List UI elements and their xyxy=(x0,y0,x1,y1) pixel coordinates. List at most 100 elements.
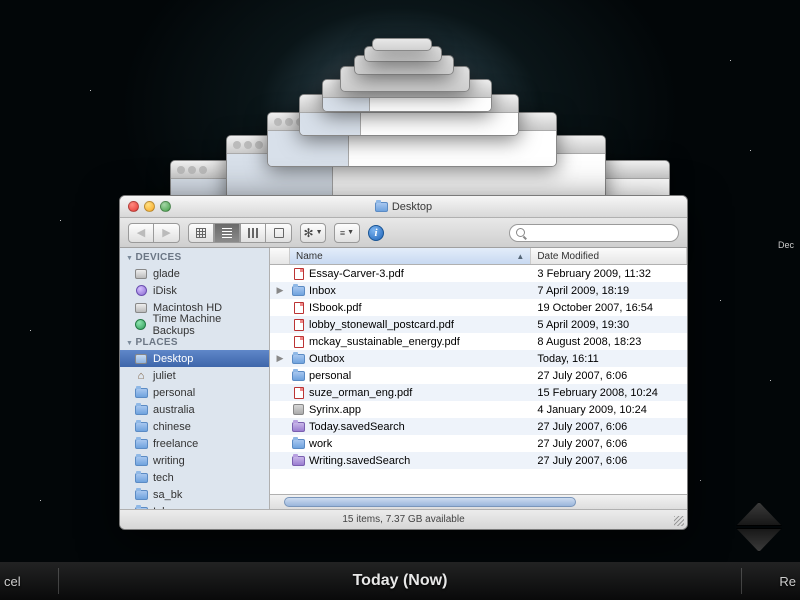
folder-icon xyxy=(292,437,305,450)
imac-icon xyxy=(134,268,148,280)
file-row[interactable]: lobby_stonewall_postcard.pdf5 April 2009… xyxy=(270,316,687,333)
file-date: 3 February 2009, 11:32 xyxy=(531,268,687,280)
folder-icon xyxy=(134,438,148,450)
disclosure-triangle[interactable]: ▶ xyxy=(270,285,290,296)
view-coverflow-button[interactable] xyxy=(266,223,292,243)
file-name: Essay-Carver-3.pdf xyxy=(309,268,404,280)
back-button[interactable]: ◀ xyxy=(128,223,154,243)
folder-icon xyxy=(134,387,148,399)
tm-icon xyxy=(134,319,148,331)
file-row[interactable]: ISbook.pdf 19 October 2007, 16:54 xyxy=(270,299,687,316)
app-icon xyxy=(292,403,305,416)
titlebar[interactable]: Desktop xyxy=(120,196,687,218)
file-row[interactable]: suze_orman_eng.pdf15 February 2008, 10:2… xyxy=(270,384,687,401)
file-date: 19 October 2007, 16:54 xyxy=(531,302,687,314)
file-list-pane: Name ▲ Date Modified Essay-Carver-3.pdf 3… xyxy=(270,248,687,509)
close-button[interactable] xyxy=(128,201,139,212)
hd-icon xyxy=(134,302,148,314)
snapshot-window[interactable] xyxy=(372,38,432,51)
file-row[interactable]: Essay-Carver-3.pdf 3 February 2009, 11:32 xyxy=(270,265,687,282)
column-headers: Name ▲ Date Modified xyxy=(270,248,687,265)
chevron-down-icon: ▼ xyxy=(316,229,323,236)
sidebar-item[interactable]: sa_bk xyxy=(120,486,269,503)
sidebar-item[interactable]: writing xyxy=(120,452,269,469)
sidebar-item-label: glade xyxy=(153,268,180,280)
file-name: ISbook.pdf xyxy=(309,302,362,314)
folder-icon xyxy=(134,404,148,416)
file-row[interactable]: ▶OutboxToday, 16:11 xyxy=(270,350,687,367)
resize-handle[interactable] xyxy=(674,516,684,526)
idisk-icon xyxy=(134,285,148,297)
chevron-right-icon: ▶ xyxy=(162,226,170,239)
sidebar-item[interactable]: chinese xyxy=(120,418,269,435)
minimize-button[interactable] xyxy=(144,201,155,212)
file-row[interactable]: mckay_sustainable_energy.pdf8 August 200… xyxy=(270,333,687,350)
sidebar-item[interactable]: ⌂juliet xyxy=(120,367,269,384)
file-row[interactable]: Writing.savedSearch 27 July 2007, 6:06 xyxy=(270,452,687,469)
file-row[interactable]: work27 July 2007, 6:06 xyxy=(270,435,687,452)
pdf-icon xyxy=(292,335,305,348)
grid-icon xyxy=(196,228,206,238)
finder-window: Desktop ◀ ▶ ✻▼ ≡▼ i DEVICESgladeiDiskMac… xyxy=(119,195,688,530)
view-switcher xyxy=(188,223,292,243)
sidebar-item-label: australia xyxy=(153,404,195,416)
file-name: Syrinx.app xyxy=(309,404,361,416)
dropdown-button[interactable]: ≡▼ xyxy=(334,223,360,243)
search-icon xyxy=(516,228,525,237)
action-menu-button[interactable]: ✻▼ xyxy=(300,223,326,243)
file-name: Today.savedSearch xyxy=(309,421,405,433)
folder-icon xyxy=(134,455,148,467)
column-header-date[interactable]: Date Modified xyxy=(531,248,687,264)
cancel-button[interactable]: cel xyxy=(0,574,21,589)
pdf-icon xyxy=(292,386,305,399)
disclosure-triangle[interactable]: ▶ xyxy=(270,353,290,364)
sidebar-item-label: personal xyxy=(153,387,195,399)
file-row[interactable]: ▶Inbox7 April 2009, 18:19 xyxy=(270,282,687,299)
sidebar-item[interactable]: Time Machine Backups xyxy=(120,316,269,333)
view-icons-button[interactable] xyxy=(188,223,214,243)
search-field[interactable] xyxy=(509,224,679,242)
timeline-forward-button[interactable] xyxy=(736,528,782,552)
sidebar-item-label: sa_bk xyxy=(153,489,182,501)
file-list[interactable]: Essay-Carver-3.pdf 3 February 2009, 11:32… xyxy=(270,265,687,494)
file-date: 4 January 2009, 10:24 xyxy=(531,404,687,416)
sidebar-item[interactable]: iDisk xyxy=(120,282,269,299)
sidebar-item[interactable]: australia xyxy=(120,401,269,418)
gear-icon: ✻ xyxy=(304,226,314,240)
pdf-icon xyxy=(292,301,305,314)
search-input[interactable] xyxy=(529,227,672,238)
scrollbar-thumb[interactable] xyxy=(284,497,576,507)
file-row[interactable]: Today.savedSearch27 July 2007, 6:06 xyxy=(270,418,687,435)
coverflow-icon xyxy=(274,228,284,238)
timeline-back-button[interactable] xyxy=(736,502,782,526)
smart-folder-icon xyxy=(292,420,305,433)
sidebar-item[interactable]: tech xyxy=(120,469,269,486)
file-name: mckay_sustainable_energy.pdf xyxy=(309,336,460,348)
folder-icon xyxy=(134,489,148,501)
smart-folder-icon xyxy=(292,454,305,467)
timeline-tick-label: Dec xyxy=(778,240,794,250)
sidebar-section-header[interactable]: DEVICES xyxy=(120,248,269,265)
file-date: 5 April 2009, 19:30 xyxy=(531,319,687,331)
horizontal-scrollbar[interactable] xyxy=(270,494,687,509)
zoom-button[interactable] xyxy=(160,201,171,212)
file-row[interactable]: personal27 July 2007, 6:06 xyxy=(270,367,687,384)
file-date: 7 April 2009, 18:19 xyxy=(531,285,687,297)
sidebar-item[interactable]: personal xyxy=(120,384,269,401)
restore-button[interactable]: Re xyxy=(779,574,800,589)
file-date: 27 July 2007, 6:06 xyxy=(531,455,687,467)
sidebar-item[interactable]: glade xyxy=(120,265,269,282)
file-name: Writing.savedSearch xyxy=(309,455,410,467)
view-columns-button[interactable] xyxy=(240,223,266,243)
timeline-bar: cel Today (Now) Re xyxy=(0,562,800,600)
column-header-name[interactable]: Name ▲ xyxy=(290,248,531,264)
status-text: 15 items, 7.37 GB available xyxy=(342,514,464,525)
sidebar-item[interactable]: freelance xyxy=(120,435,269,452)
info-button[interactable]: i xyxy=(368,225,384,241)
sidebar-item[interactable]: Desktop xyxy=(120,350,269,367)
nav-buttons: ◀ ▶ xyxy=(128,223,180,243)
view-list-button[interactable] xyxy=(214,223,240,243)
file-date: Today, 16:11 xyxy=(531,353,687,365)
forward-button[interactable]: ▶ xyxy=(154,223,180,243)
file-row[interactable]: Syrinx.app 4 January 2009, 10:24 xyxy=(270,401,687,418)
